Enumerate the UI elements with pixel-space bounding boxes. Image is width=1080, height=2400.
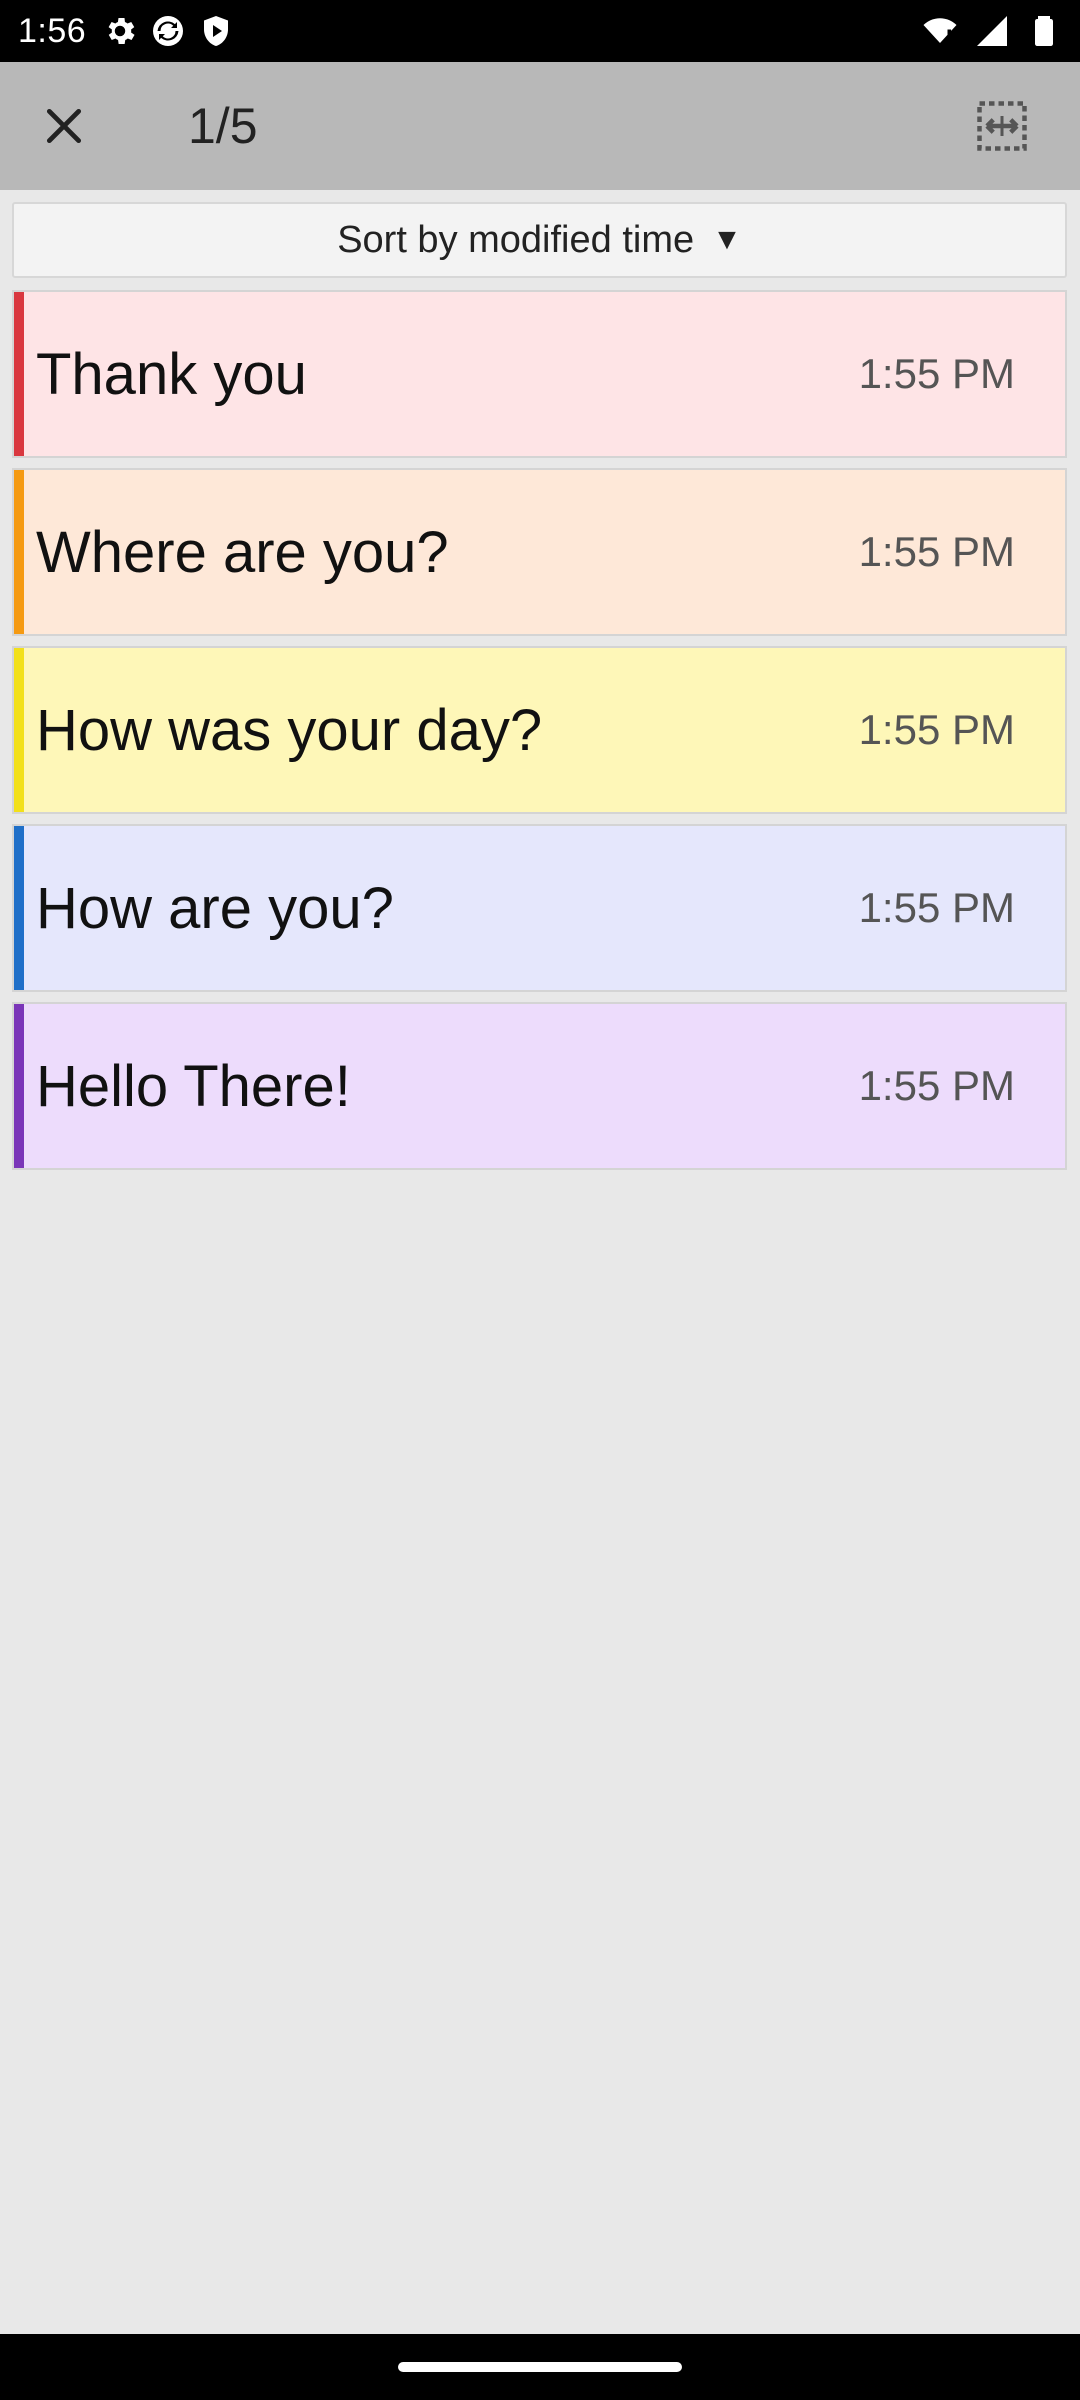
note-title: Thank you <box>36 341 307 407</box>
app-root: 1:56 1/5 Sort by modified time ▼ Thank y… <box>0 0 1080 2400</box>
select-all-icon <box>977 101 1027 151</box>
note-item[interactable]: How are you? 1:55 PM <box>12 824 1067 992</box>
note-time: 1:55 PM <box>858 350 1015 397</box>
note-time: 1:55 PM <box>858 706 1015 753</box>
note-time: 1:55 PM <box>858 1062 1015 1109</box>
signal-icon <box>977 16 1007 46</box>
sort-label: Sort by modified time <box>337 218 695 261</box>
note-time: 1:55 PM <box>858 528 1015 575</box>
close-button[interactable] <box>0 62 128 190</box>
sort-dropdown[interactable]: Sort by modified time ▼ <box>12 202 1067 278</box>
sync-icon <box>153 16 184 46</box>
app-bar: 1/5 <box>0 62 1080 190</box>
note-list: Thank you 1:55 PM Where are you? 1:55 PM… <box>12 290 1067 1180</box>
note-color-stripe <box>14 470 24 634</box>
note-title: Hello There! <box>36 1053 351 1119</box>
note-time: 1:55 PM <box>858 884 1015 931</box>
note-title: How was your day? <box>36 697 543 763</box>
status-right-icons <box>922 13 1062 49</box>
note-color-stripe <box>14 648 24 812</box>
selection-counter: 1/5 <box>188 98 258 154</box>
note-title: Where are you? <box>36 519 449 585</box>
note-color-stripe <box>14 1004 24 1168</box>
note-color-stripe <box>14 292 24 456</box>
status-left-icons <box>102 13 234 49</box>
status-time: 1:56 <box>18 11 87 50</box>
note-item[interactable]: Thank you 1:55 PM <box>12 290 1067 458</box>
navigation-bar <box>0 2334 1080 2400</box>
note-color-stripe <box>14 826 24 990</box>
status-bar: 1:56 <box>0 0 1080 62</box>
note-title: How are you? <box>36 875 394 941</box>
battery-icon <box>1035 16 1053 46</box>
close-icon <box>46 108 82 144</box>
dropdown-arrow-icon: ▼ <box>712 223 742 256</box>
note-item[interactable]: Where are you? 1:55 PM <box>12 468 1067 636</box>
settings-gear-icon <box>108 17 135 45</box>
note-item[interactable]: Hello There! 1:55 PM <box>12 1002 1067 1170</box>
wifi-icon <box>923 18 957 44</box>
select-all-button[interactable] <box>938 62 1066 190</box>
shield-icon <box>204 16 229 46</box>
home-gesture-handle[interactable] <box>398 2362 682 2372</box>
note-item[interactable]: How was your day? 1:55 PM <box>12 646 1067 814</box>
